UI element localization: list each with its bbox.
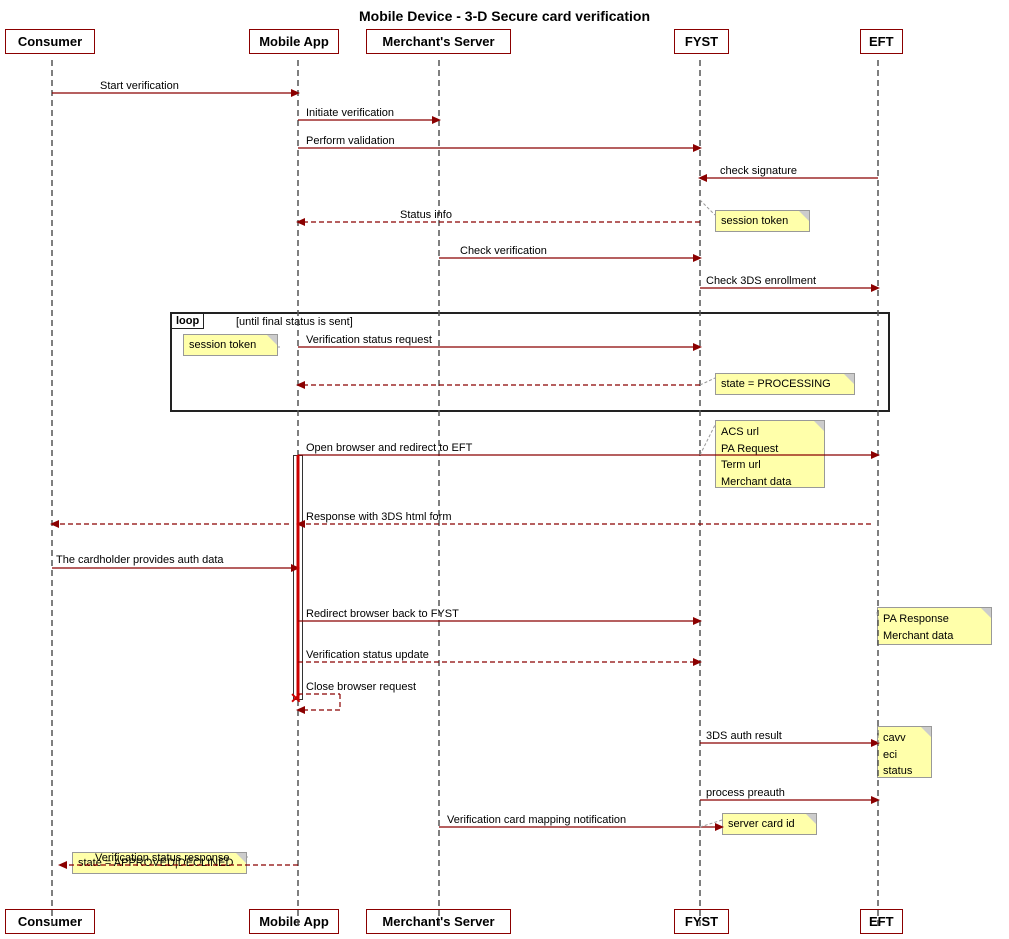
svg-text:process preauth: process preauth [706,787,785,799]
arrows-svg: Start verification Initiate verification… [0,0,1009,939]
note-state-approved: state = APPROVED|DECLINED [72,852,247,874]
loop-condition: [until final status is sent] [232,314,357,330]
svg-text:check signature: check signature [720,165,797,177]
note-acs-url: ACS urlPA RequestTerm urlMerchant data [715,420,825,488]
svg-text:Verification card mapping noti: Verification card mapping notification [447,814,626,826]
participant-consumer-bottom: Consumer [5,909,95,934]
svg-text:Verification status update: Verification status update [306,649,429,661]
participant-merchant-top: Merchant's Server [366,29,511,54]
participant-mobileapp-top: Mobile App [249,29,339,54]
note-pa-response: PA ResponseMerchant data [877,607,992,645]
svg-text:Start verification: Start verification [100,80,179,92]
participant-merchant-bottom: Merchant's Server [366,909,511,934]
participant-consumer-top: Consumer [5,29,95,54]
note-session-token-1: session token [715,210,810,232]
note-cavv: cavvecistatus [877,726,932,778]
loop-label: loop [171,313,204,329]
activation-mobileapp [293,455,303,700]
diagram-title: Mobile Device - 3-D Secure card verifica… [0,8,1009,24]
svg-text:Initiate verification: Initiate verification [306,107,394,119]
svg-text:Open browser and redirect to E: Open browser and redirect to EFT [306,442,473,454]
participant-eft-bottom: EFT [860,909,903,934]
svg-text:Check verification: Check verification [460,245,547,257]
participant-fyst-bottom: FYST [674,909,729,934]
svg-text:Close browser request: Close browser request [306,681,416,693]
svg-text:The cardholder provides auth d: The cardholder provides auth data [56,554,224,566]
loop-frame: loop [until final status is sent] [170,312,890,412]
sequence-diagram: Mobile Device - 3-D Secure card verifica… [0,0,1009,939]
svg-text:Response with 3DS html form: Response with 3DS html form [306,511,452,523]
note-server-card-id: server card id [722,813,817,835]
svg-text:Perform validation: Perform validation [306,135,395,147]
svg-text:3DS auth result: 3DS auth result [706,730,782,742]
note-session-token-2: session token [183,334,278,356]
svg-text:Redirect browser back to FYST: Redirect browser back to FYST [306,608,459,620]
svg-text:Status info: Status info [400,209,452,221]
participant-mobileapp-bottom: Mobile App [249,909,339,934]
note-state-processing: state = PROCESSING [715,373,855,395]
participant-fyst-top: FYST [674,29,729,54]
svg-text:Check 3DS enrollment: Check 3DS enrollment [706,275,816,287]
participant-eft-top: EFT [860,29,903,54]
